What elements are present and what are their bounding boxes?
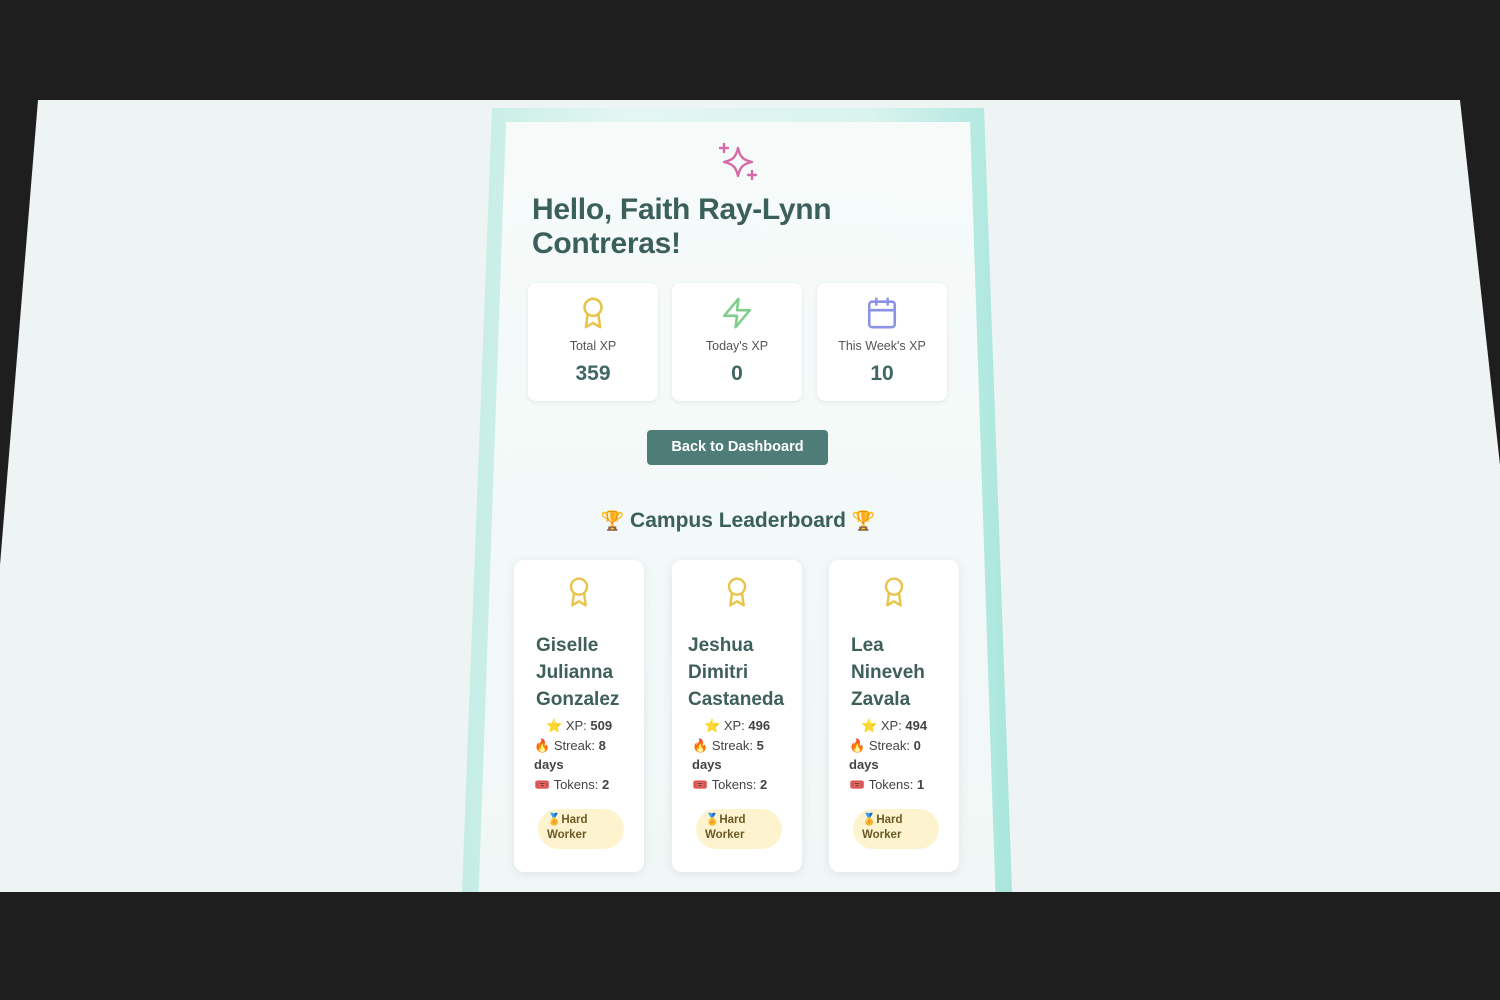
player-stats: ⭐ XP: 496 🔥 Streak: 5 days 🎟️ Tokens: 2 [692, 716, 794, 794]
leaderboard-title-text: Campus Leaderboard [630, 509, 846, 532]
xp-label: XP: [565, 718, 587, 733]
leaderboard-title: 🏆 Campus Leaderboard 🏆 [560, 509, 916, 533]
star-icon: ⭐ [861, 718, 878, 733]
streak-label: Streak: [711, 737, 753, 753]
streak-unit: days [849, 757, 879, 772]
stat-value: 359 [575, 362, 611, 385]
ticket-icon: 🎟️ [849, 776, 866, 792]
streak-label: Streak: [553, 737, 595, 753]
calendar-icon [867, 297, 897, 329]
tokens-value: 2 [760, 776, 768, 792]
stat-value: 10 [870, 362, 894, 385]
streak-value: 0 [913, 737, 921, 753]
stat-card-todays-xp: Today's XP 0 [672, 283, 802, 401]
medal-icon: 🏅 [862, 814, 877, 826]
status-badge: 🏅Hard Worker [853, 809, 939, 849]
stat-label: Total XP [569, 339, 617, 353]
stat-label: Today's XP [705, 339, 769, 353]
xp-label: XP: [880, 718, 902, 733]
xp-label: XP: [723, 718, 745, 733]
streak-unit: days [534, 757, 564, 772]
back-to-dashboard-button[interactable]: Back to Dashboard [647, 430, 828, 465]
player-name: Jeshua Dimitri Castaneda [688, 635, 785, 710]
stat-value: 0 [731, 362, 743, 385]
tokens-label: Tokens: [553, 776, 599, 792]
leaderboard-card[interactable]: Jeshua Dimitri Castaneda ⭐ XP: 496 🔥 Str… [672, 560, 802, 872]
award-icon [569, 577, 589, 607]
stat-card-total-xp: Total XP 359 [528, 283, 658, 401]
stat-label: This Week's XP [838, 339, 926, 353]
greeting-heading: Hello, Faith Ray-Lynn Contreras! [532, 193, 832, 260]
tokens-value: 1 [917, 776, 925, 792]
tokens-label: Tokens: [868, 776, 914, 792]
xp-value: 509 [590, 718, 613, 733]
leaderboard-card[interactable]: Giselle Julianna Gonzalez ⭐ XP: 509 🔥 St… [514, 560, 644, 872]
lightning-icon [722, 297, 752, 329]
xp-value: 494 [905, 718, 928, 733]
star-icon: ⭐ [546, 718, 563, 733]
player-stats: ⭐ XP: 494 🔥 Streak: 0 days 🎟️ Tokens: 1 [849, 716, 951, 794]
streak-value: 8 [598, 737, 606, 753]
status-badge: 🏅Hard Worker [538, 809, 624, 849]
tokens-label: Tokens: [711, 776, 757, 792]
status-badge: 🏅Hard Worker [696, 809, 782, 849]
player-name: Lea Nineveh Zavala [851, 635, 925, 710]
trophy-icon: 🏆 [851, 511, 876, 532]
fire-icon: 🔥 [849, 737, 866, 753]
xp-value: 496 [748, 718, 771, 733]
streak-value: 5 [756, 737, 764, 753]
player-stats: ⭐ XP: 509 🔥 Streak: 8 days 🎟️ Tokens: 2 [534, 716, 636, 794]
tokens-value: 2 [602, 776, 610, 792]
stat-card-week-xp: This Week's XP 10 [817, 283, 947, 401]
fire-icon: 🔥 [534, 737, 551, 753]
sparkles-icon [718, 142, 758, 181]
trophy-icon: 🏆 [600, 511, 625, 532]
star-icon: ⭐ [704, 718, 721, 733]
award-icon [727, 577, 747, 607]
medal-icon: 🏅 [705, 814, 720, 826]
ticket-icon: 🎟️ [692, 776, 709, 792]
ticket-icon: 🎟️ [534, 776, 551, 792]
medal-icon: 🏅 [547, 814, 562, 826]
streak-unit: days [692, 757, 722, 772]
streak-label: Streak: [868, 737, 910, 753]
award-icon [583, 297, 603, 329]
fire-icon: 🔥 [692, 737, 709, 753]
award-icon [884, 577, 904, 607]
leaderboard-card[interactable]: Lea Nineveh Zavala ⭐ XP: 494 🔥 Streak: 0… [829, 560, 959, 872]
player-name: Giselle Julianna Gonzalez [536, 635, 620, 710]
